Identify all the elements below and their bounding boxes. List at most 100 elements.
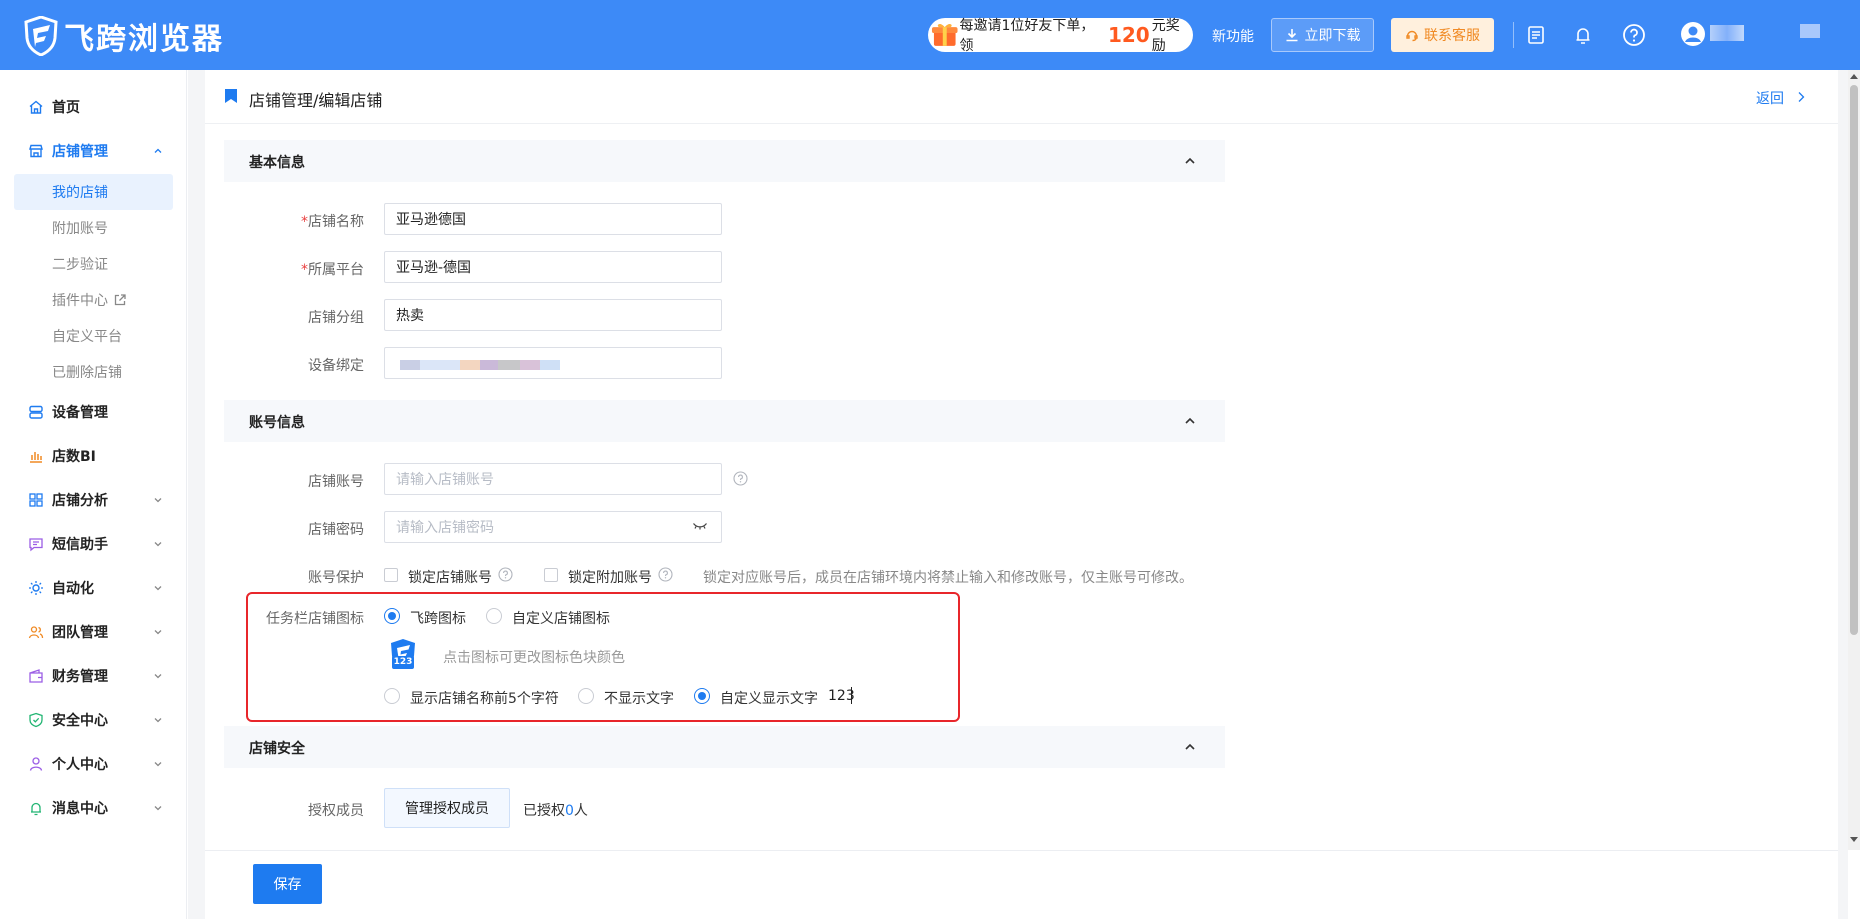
nav-security[interactable]: 安全中心 (0, 705, 187, 735)
help-icon[interactable] (498, 567, 513, 582)
nav-sms-label: 短信助手 (52, 537, 108, 553)
nav-store-mgmt[interactable]: 店铺管理 (0, 136, 187, 166)
section-security-title: 店铺安全 (249, 741, 305, 757)
store-icon (29, 144, 43, 158)
nav-device-mgmt[interactable]: 设备管理 (0, 397, 187, 427)
auth-members-label: 授权成员 (308, 803, 364, 819)
radio-show-first5-label[interactable]: 显示店铺名称前5个字符 (410, 688, 559, 708)
nav-security-label: 安全中心 (52, 713, 108, 729)
chevron-down-icon (154, 498, 162, 503)
manage-members-button[interactable]: 管理授权成员 (384, 788, 510, 828)
nav-deleted-stores[interactable]: 已删除店铺 (14, 354, 173, 390)
nav-store-bi[interactable]: 店数BI (0, 441, 187, 471)
chevron-up-icon (154, 148, 162, 153)
scroll-down-arrow-icon[interactable] (1849, 836, 1859, 844)
username-redacted (1710, 25, 1744, 41)
help-icon[interactable] (658, 567, 673, 582)
chevron-down-icon (154, 542, 162, 547)
chevron-down-icon (154, 586, 162, 591)
scrollbar-thumb[interactable] (1850, 85, 1858, 635)
nav-plugins-label: 插件中心 (52, 293, 108, 309)
account-redacted (1800, 24, 1820, 38)
grid-icon (29, 493, 43, 507)
help-icon[interactable] (733, 471, 748, 486)
radio-custom-text[interactable] (694, 688, 710, 704)
nav-custom-platform[interactable]: 自定义平台 (14, 318, 173, 354)
nav-store-bi-label: 店数BI (52, 449, 96, 465)
sidebar: 首页 店铺管理 我的店铺 附加账号 二步验证 插件中心 自定义平台 已删除店铺 … (0, 70, 187, 919)
chevron-up-icon[interactable] (1184, 742, 1196, 752)
device-label: 设备绑定 (308, 358, 364, 374)
store-name-label: *店铺名称 (301, 214, 364, 230)
radio-show-first5[interactable] (384, 688, 400, 704)
team-icon (28, 626, 44, 639)
lock-extra-account-checkbox[interactable] (544, 568, 558, 582)
nav-finance[interactable]: 财务管理 (0, 661, 187, 691)
nav-my-stores[interactable]: 我的店铺 (14, 174, 173, 210)
back-link[interactable]: 返回 (1756, 88, 1784, 108)
app-logo[interactable]: 飞跨浏览器 (24, 14, 224, 58)
nav-automation-label: 自动化 (52, 581, 94, 597)
protect-hint: 锁定对应账号后，成员在店铺环境内将禁止输入和修改账号，仅主账号可修改。 (703, 570, 1193, 586)
nav-store-mgmt-label: 店铺管理 (52, 144, 108, 160)
store-password-input[interactable]: 请输入店铺密码 (384, 511, 722, 543)
download-label: 立即下载 (1304, 28, 1361, 44)
password-label: 店铺密码 (308, 522, 364, 538)
chevron-right-icon[interactable] (1796, 91, 1806, 103)
platform-input[interactable]: 亚马逊-德国 (384, 251, 722, 283)
home-icon (29, 100, 43, 114)
nav-device-mgmt-label: 设备管理 (52, 405, 108, 421)
nav-personal[interactable]: 个人中心 (0, 749, 187, 779)
new-feature-link[interactable]: 新功能 (1212, 26, 1254, 46)
lock-extra-account-label[interactable]: 锁定附加账号 (568, 567, 652, 587)
nav-store-analysis[interactable]: 店铺分析 (0, 485, 187, 515)
nav-two-step[interactable]: 二步验证 (14, 246, 173, 282)
chevron-down-icon (154, 674, 162, 679)
radio-custom-icon[interactable] (486, 608, 502, 624)
section-account-header[interactable] (224, 400, 1225, 442)
radio-feikua-label[interactable]: 飞跨图标 (410, 608, 466, 628)
user-icon (29, 757, 43, 771)
radio-no-text-label[interactable]: 不显示文字 (604, 688, 674, 708)
nav-sms[interactable]: 短信助手 (0, 529, 187, 559)
authorized-count: 已授权0人 (523, 803, 588, 819)
nav-team[interactable]: 团队管理 (0, 617, 187, 647)
download-button[interactable]: 立即下载 (1271, 18, 1374, 52)
group-select[interactable]: 热卖 (384, 299, 722, 331)
scroll-up-arrow-icon[interactable] (1849, 72, 1859, 80)
lock-store-account-checkbox[interactable] (384, 568, 398, 582)
lock-store-account-label[interactable]: 锁定店铺账号 (408, 567, 492, 587)
eye-closed-icon[interactable] (692, 521, 708, 531)
nav-messages[interactable]: 消息中心 (0, 793, 187, 823)
nav-plugins[interactable]: 插件中心 (14, 282, 173, 318)
user-avatar-icon[interactable] (1680, 21, 1706, 47)
save-button[interactable]: 保存 (253, 864, 322, 904)
external-link-icon (114, 294, 126, 306)
section-basic-header[interactable] (224, 140, 1225, 182)
radio-feikua-icon[interactable] (384, 608, 400, 624)
store-name-input[interactable]: 亚马逊德国 (384, 203, 722, 235)
nav-extra-accounts[interactable]: 附加账号 (14, 210, 173, 246)
section-account-title: 账号信息 (249, 415, 305, 431)
radio-custom-icon-label[interactable]: 自定义店铺图标 (512, 608, 610, 628)
contact-support-button[interactable]: 联系客服 (1391, 18, 1494, 52)
chevron-up-icon[interactable] (1184, 156, 1196, 166)
wallet-icon (29, 669, 43, 683)
protect-label: 账号保护 (308, 570, 364, 586)
help-icon[interactable] (1621, 22, 1647, 48)
nav-home[interactable]: 首页 (0, 92, 187, 122)
section-security-header[interactable] (224, 726, 1225, 768)
nav-automation[interactable]: 自动化 (0, 573, 187, 603)
taskbar-icon-label: 任务栏店铺图标 (266, 611, 364, 627)
gift-icon (931, 24, 958, 46)
bell-icon[interactable] (1570, 22, 1596, 48)
radio-no-text[interactable] (578, 688, 594, 704)
document-icon[interactable] (1523, 22, 1549, 48)
text-cursor (851, 687, 852, 704)
taskbar-icon-preview[interactable]: 123 (389, 638, 417, 670)
radio-custom-text-label[interactable]: 自定义显示文字 (720, 688, 818, 708)
invite-promo-banner[interactable]: 每邀请1位好友下单，领 120 元奖励 (928, 18, 1193, 54)
store-account-input[interactable]: 请输入店铺账号 (384, 463, 722, 495)
breadcrumb-bar (205, 70, 1838, 124)
chevron-up-icon[interactable] (1184, 416, 1196, 426)
